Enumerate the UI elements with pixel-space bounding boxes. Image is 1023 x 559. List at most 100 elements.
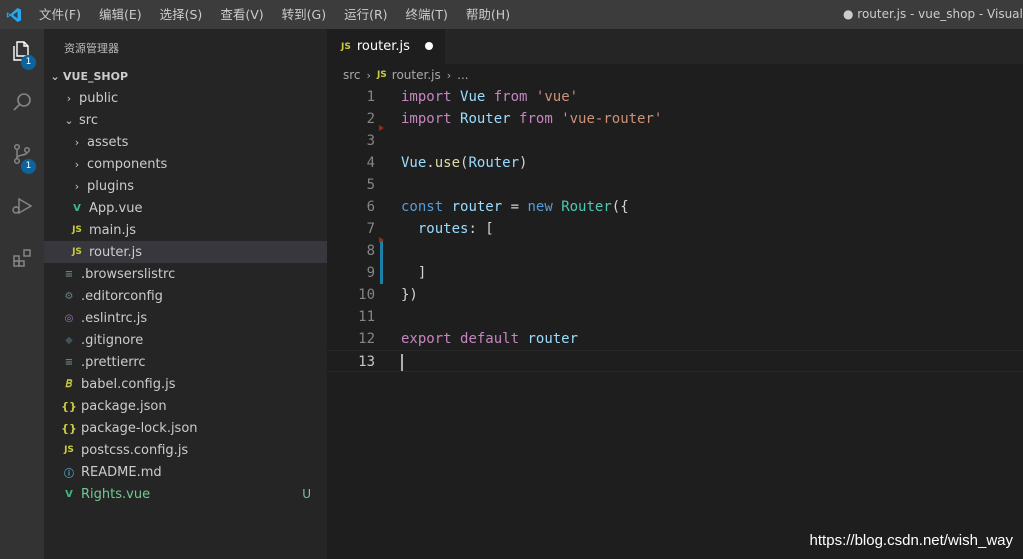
source-control-button[interactable]: 1 [0, 134, 44, 178]
code-token: ({ [611, 199, 629, 215]
line-number: 2 [366, 111, 375, 127]
code-line[interactable]: 3 [327, 130, 1023, 152]
code-line[interactable]: 1 import Vue from 'vue' [327, 86, 1023, 108]
code-token: . [426, 155, 435, 171]
tree-file[interactable]: JS router.js [44, 241, 327, 263]
code-text: import Vue from 'vue' [401, 86, 578, 108]
gutter-deletion-marker[interactable] [379, 237, 384, 243]
menu-item[interactable]: 运行(R) [335, 0, 396, 29]
tree-file[interactable]: ◎ .eslintrc.js [44, 307, 327, 329]
tree-file[interactable]: JS postcss.config.js [44, 439, 327, 461]
tree-folder[interactable]: › plugins [44, 175, 327, 197]
explorer-sidebar: 资源管理器 ⌄ VUE_SHOP › public ⌄ src › assets › comp… [44, 29, 327, 559]
menu-item[interactable]: 转到(G) [273, 0, 335, 29]
text-file-icon: ≡ [64, 356, 74, 368]
explorer-button[interactable]: 1 [0, 31, 44, 75]
tree-file[interactable]: ⚙ .editorconfig [44, 285, 327, 307]
line-number: 10 [358, 287, 375, 303]
workspace-section-header[interactable]: ⌄ VUE_SHOP [44, 65, 327, 87]
breadcrumb-folder[interactable]: src [343, 68, 361, 82]
line-number: 6 [366, 199, 375, 215]
code-line[interactable]: 8 [327, 240, 1023, 262]
code-token: import [401, 89, 452, 105]
code-text: import Router from 'vue-router' [401, 108, 662, 130]
text-file-icon: ≡ [64, 268, 74, 280]
tree-file[interactable]: {} package.json [44, 395, 327, 417]
code-line[interactable]: 7 routes: [ [327, 218, 1023, 240]
code-line[interactable]: 6 const router = new Router({ [327, 196, 1023, 218]
debug-icon [10, 194, 34, 222]
tree-folder[interactable]: › assets [44, 131, 327, 153]
line-number: 7 [366, 221, 375, 237]
menu-item[interactable]: 终端(T) [397, 0, 457, 29]
tree-file[interactable]: V Rights.vue U [44, 483, 327, 505]
menu-item[interactable]: 选择(S) [151, 0, 212, 29]
watermark: https://blog.csdn.net/wish_way [809, 532, 1013, 549]
line-number: 8 [366, 243, 375, 259]
menu-item[interactable]: 帮助(H) [457, 0, 519, 29]
code-line[interactable]: 13 [327, 350, 1023, 372]
run-debug-button[interactable] [0, 186, 44, 230]
tree-file[interactable]: ⓘ README.md [44, 461, 327, 483]
menu-item[interactable]: 查看(V) [211, 0, 272, 29]
tree-folder[interactable]: › public [44, 87, 327, 109]
menu-item[interactable]: 编辑(E) [90, 0, 151, 29]
breadcrumb-file[interactable]: router.js [392, 68, 441, 82]
vue-file-icon: V [73, 202, 81, 214]
code-text: ] [401, 262, 426, 284]
gutter-change-marker[interactable] [380, 240, 383, 284]
extensions-button[interactable] [0, 238, 44, 282]
menu-item[interactable]: 文件(F) [30, 0, 90, 29]
search-button[interactable] [0, 82, 44, 126]
code-text: Vue.use(Router) [401, 152, 527, 174]
search-icon [10, 90, 34, 118]
tree-file[interactable]: {} package-lock.json [44, 417, 327, 439]
tree-file[interactable]: ≡ .browserslistrc [44, 263, 327, 285]
js-file-icon: JS [64, 445, 74, 455]
tree-file[interactable]: ≡ .prettierrc [44, 351, 327, 373]
tree-item-label: src [79, 112, 98, 128]
tree-item-label: .browserslistrc [81, 266, 176, 282]
title-bar: 文件(F) 编辑(E) 选择(S) 查看(V) 转到(G) 运行(R) 终端(T) 帮助(H)… [0, 0, 1023, 29]
code-token: import [401, 111, 452, 127]
code-line[interactable]: 10}) [327, 284, 1023, 306]
text-cursor [401, 354, 403, 371]
code-line[interactable]: 12 export default router [327, 328, 1023, 350]
code-line[interactable]: 4 Vue.use(Router) [327, 152, 1023, 174]
tab-router-js[interactable]: JS router.js [327, 29, 445, 64]
tree-file[interactable]: 𝐵babel.config.js [44, 373, 327, 395]
code-line[interactable]: 11 [327, 306, 1023, 328]
breadcrumb: src › JS router.js › ... [327, 64, 1023, 86]
tree-folder[interactable]: ⌄ src [44, 109, 327, 131]
line-number: 13 [358, 354, 375, 370]
chevron-right-icon: › [366, 68, 371, 82]
tree-item-label: router.js [89, 244, 143, 260]
tree-item-label: assets [87, 134, 129, 150]
tree-file[interactable]: JS main.js [44, 219, 327, 241]
code-token: export [401, 331, 452, 347]
git-icon: ◆ [65, 334, 73, 346]
code-editor[interactable]: 1 import Vue from 'vue' 2 import Router fro… [327, 86, 1023, 559]
line-number: 9 [366, 265, 375, 281]
tree-item-label: plugins [87, 178, 134, 194]
code-line[interactable]: 2 import Router from 'vue-router' [327, 108, 1023, 130]
babel-icon: 𝐵 [65, 378, 73, 390]
tree-folder[interactable]: › components [44, 153, 327, 175]
tree-file[interactable]: ◆ .gitignore [44, 329, 327, 351]
code-line[interactable]: 5 [327, 174, 1023, 196]
line-number: 12 [358, 331, 375, 347]
breadcrumb-more[interactable]: ... [457, 68, 468, 82]
tree-item-label: .editorconfig [81, 288, 163, 304]
tree-item-label: babel.config.js [81, 376, 176, 392]
tree-item-label: .eslintrc.js [81, 310, 148, 326]
code-token: use [434, 155, 461, 171]
tree-file[interactable]: V App.vue [44, 197, 327, 219]
unsaved-dot-icon[interactable] [425, 42, 433, 50]
gutter-deletion-marker[interactable] [379, 125, 384, 131]
code-line[interactable]: 9 ] [327, 262, 1023, 284]
tree-item-label: App.vue [89, 200, 143, 216]
js-file-icon: JS [341, 41, 351, 52]
